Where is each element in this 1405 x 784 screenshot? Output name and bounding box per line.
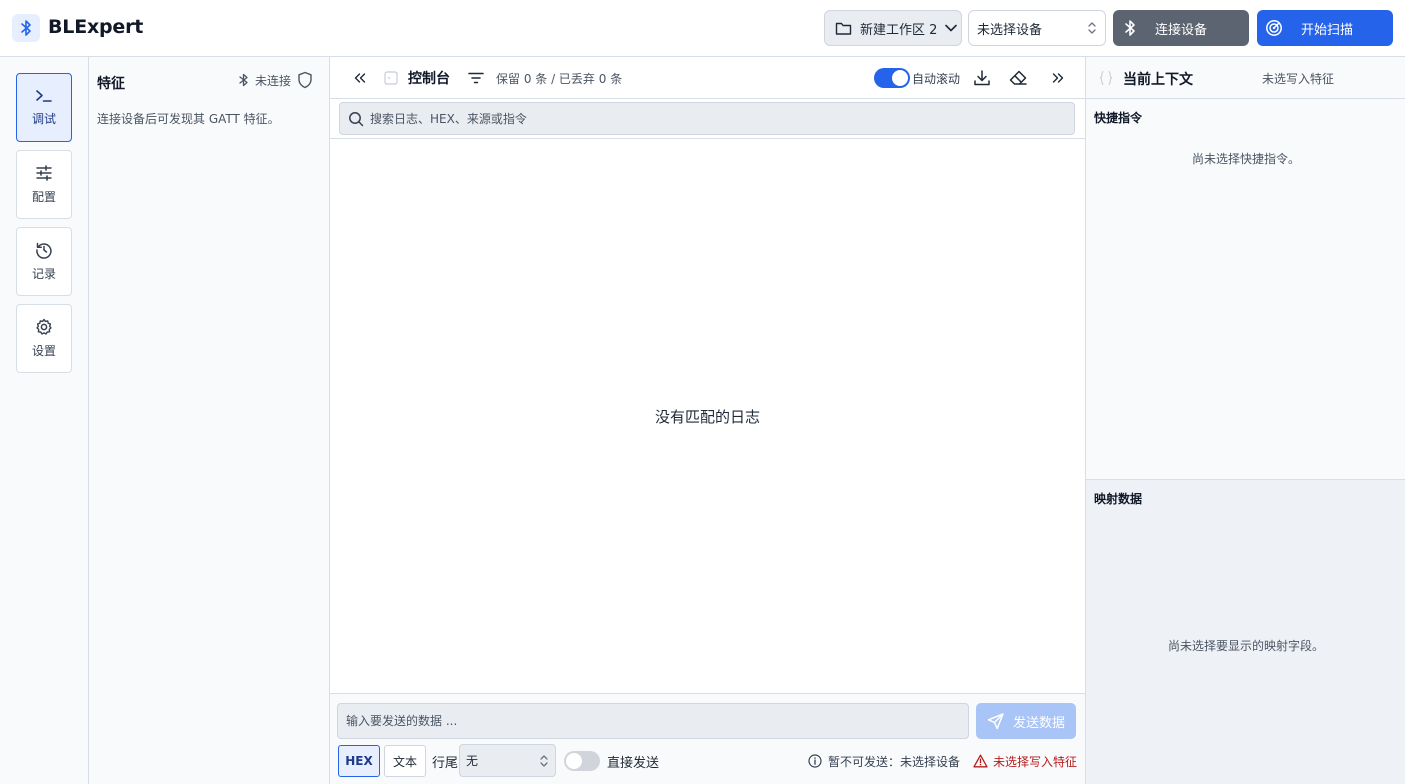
log-stats: 保留 0 条 / 已丢弃 0 条 xyxy=(496,71,623,86)
characteristics-title: 特征 xyxy=(97,76,125,92)
gear-icon xyxy=(35,318,53,336)
warning-icon xyxy=(973,754,988,768)
connect-device-button[interactable]: 连接设备 xyxy=(1113,10,1249,46)
mapped-data-empty: 尚未选择要显示的映射字段。 xyxy=(1167,639,1324,653)
context-title: 当前上下文 xyxy=(1123,72,1193,88)
context-panel: 当前上下文 未选写入特征 快捷指令 尚未选择快捷指令。 映射数据 尚未选择要显示… xyxy=(1085,57,1405,784)
download-icon[interactable] xyxy=(973,57,991,99)
nav-item-history[interactable]: 记录 xyxy=(16,227,72,296)
send-data-input[interactable] xyxy=(337,703,969,739)
connect-device-label: 连接设备 xyxy=(1154,22,1207,38)
send-status-text: 暂不可发送：未选择设备 xyxy=(827,754,960,769)
collapse-right-icon[interactable] xyxy=(1052,57,1064,99)
log-search-bar xyxy=(330,99,1085,139)
empty-log-message: 没有匹配的日志 xyxy=(654,407,760,426)
chevron-down-icon xyxy=(945,24,958,32)
shield-icon xyxy=(297,71,313,89)
mode-hex-button[interactable]: HEX xyxy=(338,745,380,777)
bluetooth-logo-icon xyxy=(12,14,40,42)
quick-commands-title: 快捷指令 xyxy=(1094,111,1143,125)
quick-commands-empty: 尚未选择快捷指令。 xyxy=(1191,152,1300,166)
nav-item-label: 配置 xyxy=(31,190,56,204)
terminal-icon xyxy=(35,88,53,104)
nav-item-label: 记录 xyxy=(31,267,56,281)
line-ending-label: 行尾 xyxy=(432,755,459,771)
mapped-data-title: 映射数据 xyxy=(1094,492,1143,506)
characteristics-hint: 连接设备后可发现其 GATT 特征。 xyxy=(97,112,280,126)
updown-chevron-icon xyxy=(1087,20,1097,36)
top-header: BLExpert 新建工作区 2 未选择设备 连接设备 开始扫描 xyxy=(0,0,1405,57)
mode-text-button[interactable]: 文本 xyxy=(384,745,426,777)
bluetooth-icon xyxy=(1123,19,1137,37)
braces-icon xyxy=(1099,70,1113,86)
direct-send-switch[interactable] xyxy=(564,751,600,771)
console-title: 控制台 xyxy=(408,71,450,87)
context-header: 当前上下文 未选写入特征 xyxy=(1086,57,1405,99)
updown-chevron-icon xyxy=(539,753,549,769)
filter-icon[interactable] xyxy=(468,57,484,99)
nav-item-label: 调试 xyxy=(31,112,56,126)
log-area: 没有匹配的日志 xyxy=(330,139,1085,693)
send-data-label: 发送数据 xyxy=(1012,715,1065,731)
send-data-button[interactable]: 发送数据 xyxy=(976,703,1076,739)
console-panel-icon xyxy=(384,57,398,99)
nav-item-label: 设置 xyxy=(31,344,56,358)
autoscroll-label: 自动滚动 xyxy=(912,71,961,86)
mapped-data-section: 映射数据 尚未选择要显示的映射字段。 xyxy=(1086,480,1405,784)
folder-icon xyxy=(835,21,852,36)
direct-send-label: 直接发送 xyxy=(607,755,660,771)
sliders-icon xyxy=(35,164,53,182)
workspace-label: 新建工作区 2 xyxy=(860,22,938,38)
start-scan-label: 开始扫描 xyxy=(1300,22,1353,38)
history-icon xyxy=(35,241,53,259)
nav-item-config[interactable]: 配置 xyxy=(16,150,72,219)
send-icon xyxy=(987,712,1005,730)
eraser-icon[interactable] xyxy=(1008,57,1028,99)
nav-item-debug[interactable]: 调试 xyxy=(16,73,72,142)
console-toolbar: 控制台 保留 0 条 / 已丢弃 0 条 自动滚动 xyxy=(330,57,1085,99)
connection-status: 未连接 xyxy=(238,71,313,89)
autoscroll-toggle[interactable] xyxy=(874,57,910,99)
info-icon xyxy=(808,754,822,768)
nav-item-settings[interactable]: 设置 xyxy=(16,304,72,373)
log-search-input[interactable] xyxy=(370,111,1060,126)
console-panel: 控制台 保留 0 条 / 已丢弃 0 条 自动滚动 没有匹配的日志 xyxy=(330,57,1085,784)
send-status: 暂不可发送：未选择设备 xyxy=(808,745,960,777)
app-title: BLExpert xyxy=(48,16,144,38)
search-icon xyxy=(348,111,364,127)
connection-status-text: 未连接 xyxy=(254,73,291,88)
context-subtitle: 未选写入特征 xyxy=(1262,72,1335,86)
log-search-box[interactable] xyxy=(339,102,1075,135)
direct-send-control[interactable]: 直接发送 xyxy=(564,745,659,777)
workspace-button[interactable]: 新建工作区 2 xyxy=(824,10,962,46)
device-select[interactable]: 未选择设备 xyxy=(968,10,1106,46)
start-scan-button[interactable]: 开始扫描 xyxy=(1257,10,1393,46)
line-ending-value: 无 xyxy=(466,754,479,768)
bluetooth-icon xyxy=(238,73,249,87)
autoscroll-switch[interactable] xyxy=(874,68,910,88)
radar-icon xyxy=(1265,19,1283,37)
collapse-left-icon[interactable] xyxy=(354,57,366,99)
characteristics-panel: 特征 未连接 连接设备后可发现其 GATT 特征。 xyxy=(89,57,330,784)
send-warning-text: 未选择写入特征 xyxy=(992,754,1077,769)
send-warning: 未选择写入特征 xyxy=(973,745,1077,777)
line-ending-select[interactable]: 无 xyxy=(459,744,556,777)
device-select-value: 未选择设备 xyxy=(977,22,1043,38)
left-nav: 调试 配置 记录 设置 xyxy=(0,57,89,784)
send-bar: 发送数据 HEX 文本 行尾 无 直接发送 暂不可发送：未选择设备 未选择写入特… xyxy=(330,693,1085,784)
